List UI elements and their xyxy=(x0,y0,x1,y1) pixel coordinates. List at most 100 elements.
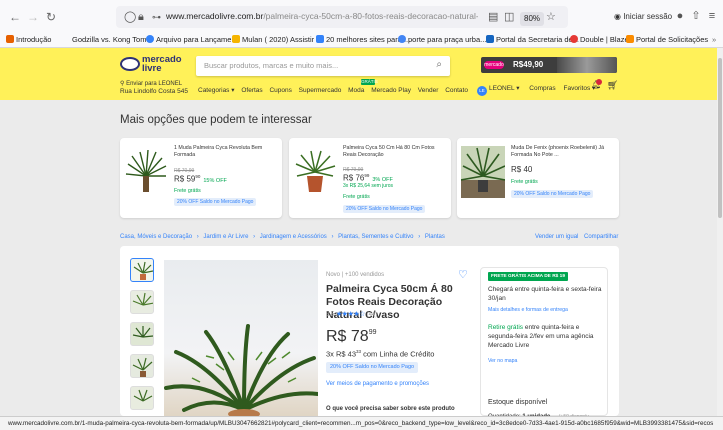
rec-pill: 20% OFF Saldo no Mercado Pago xyxy=(511,190,594,198)
product-thumbnail[interactable] xyxy=(130,386,154,410)
bookmark-item[interactable]: Portal da Secretaria de... xyxy=(486,34,579,46)
recommendation-card[interactable]: Palmeira Cyca 50 Cm Há 80 Cm Fotos Reais… xyxy=(289,138,451,218)
bookmark-favicon-icon xyxy=(232,35,240,43)
nav-offers[interactable]: Ofertas xyxy=(241,87,262,94)
promo-banner[interactable]: mercado R$49,90 xyxy=(481,57,617,73)
user-menu: LE LEONEL ▾ Compras Favoritos ▾ xyxy=(477,84,595,96)
permissions-icon[interactable]: ⊶ xyxy=(152,9,161,25)
browser-chrome: ← → ↻ ◯ 🔒︎ ⊶ www.mercadolivre.com.br/pal… xyxy=(0,0,723,48)
handshake-icon xyxy=(120,57,140,71)
notification-dot xyxy=(596,79,602,85)
rec-shipping: Frete grátis xyxy=(511,179,538,185)
breadcrumb-separator: › xyxy=(331,234,334,240)
rec-installment: 3x R$ 25,64 sem juros xyxy=(343,183,394,189)
bookmark-favicon-icon xyxy=(486,35,494,43)
stock-status: Estoque disponível xyxy=(488,399,548,406)
menu-icon[interactable]: ≡ xyxy=(704,8,720,24)
buy-box: FRETE GRÁTIS ACIMA DE R$ 19 Chegará entr… xyxy=(480,267,608,420)
search-input[interactable]: Buscar produtos, marcas e muito mais... … xyxy=(196,56,450,76)
shield-icon[interactable]: ◯ xyxy=(124,9,136,25)
nav-categories[interactable]: Categorias ▾ xyxy=(198,87,235,94)
bookmark-item[interactable]: Godzilla vs. Kong Tom... xyxy=(72,34,153,46)
product-thumbnail[interactable] xyxy=(130,258,154,282)
page-scrollbar[interactable] xyxy=(717,48,723,416)
bookmark-item[interactable]: Double | Blaze xyxy=(570,34,629,46)
breadcrumb-link[interactable]: Plantas xyxy=(425,234,445,240)
screenshot-icon[interactable]: ◫ xyxy=(504,9,514,25)
rec-pill: 20% OFF Saldo no Mercado Pago xyxy=(343,205,426,213)
site-header: mercado livre Buscar produtos, marcas e m… xyxy=(0,48,723,100)
breadcrumb-link[interactable]: Jardim e Ar Livre xyxy=(203,234,248,240)
more-bookmarks-icon[interactable]: » xyxy=(712,34,716,46)
reload-icon[interactable]: ↻ xyxy=(42,8,60,26)
nav-coupons[interactable]: Cupons xyxy=(269,87,291,94)
extension-icon[interactable]: ● xyxy=(672,8,688,24)
product-rating[interactable]: 3.5 ★★★★☆ (44) xyxy=(326,310,377,318)
share-icon[interactable]: ⇧ xyxy=(688,8,704,24)
nav-fashion[interactable]: Moda xyxy=(348,87,364,94)
nav-sell[interactable]: Vender xyxy=(418,87,439,94)
bookmark-star-icon[interactable]: ☆ xyxy=(546,9,556,25)
bookmark-item[interactable]: Mulan ( 2020) Assistir ... xyxy=(232,34,322,46)
address-bar[interactable]: ◯ 🔒︎ ⊶ www.mercadolivre.com.br/palmeira-… xyxy=(116,6,568,28)
bookmark-item[interactable]: Arquivo para Lançame... xyxy=(146,34,238,46)
mercado-livre-logo[interactable]: mercado livre xyxy=(120,55,182,79)
product-thumbnail[interactable] xyxy=(130,354,154,378)
promo-badge: mercado xyxy=(484,61,504,69)
bookmark-item[interactable]: Portal de Solicitações xyxy=(626,34,708,46)
pickup-info: Retire grátis entre quinta-feira e segun… xyxy=(488,324,594,349)
back-arrow-icon[interactable]: ← xyxy=(6,8,24,26)
bookmark-favicon-icon xyxy=(570,35,578,43)
bookmark-item[interactable]: Introdução xyxy=(6,34,51,46)
signin-button[interactable]: ◉ Iniciar sessão xyxy=(609,9,677,25)
rec-price: R$ 76993% OFF xyxy=(343,173,393,183)
heart-icon[interactable]: ♡ xyxy=(458,268,468,281)
forward-arrow-icon[interactable]: → xyxy=(24,8,42,26)
promo-image xyxy=(557,57,617,73)
account-icon: ◉ xyxy=(614,12,624,21)
logo-text: mercado livre xyxy=(142,54,182,74)
reader-view-icon[interactable]: ▤ xyxy=(488,9,498,25)
bookmark-item[interactable]: 20 melhores sites para ... xyxy=(316,34,410,46)
recommendation-card[interactable]: 1 Muda Palmeira Cyca Revoluta Bem Formad… xyxy=(120,138,282,218)
bookmark-item[interactable]: porte para praça urba... xyxy=(398,34,486,46)
delivery-details-link[interactable]: Mais detalhes e formas de entrega xyxy=(488,307,568,313)
recommendation-card[interactable]: Muda De Fenix (phoenix Roebelenii) Já Fo… xyxy=(457,138,619,218)
cart-icon[interactable]: 🛒︎ xyxy=(607,80,618,91)
zoom-level[interactable]: 80% xyxy=(520,12,545,26)
map-link[interactable]: Ver no mapa xyxy=(488,358,517,364)
arrival-info: Chegará entre quinta-feira e sexta-feira… xyxy=(488,286,602,302)
nav-supermarket[interactable]: Supermercado xyxy=(299,87,342,94)
product-thumbnail[interactable] xyxy=(130,290,154,314)
product-image xyxy=(293,146,337,198)
sell-similar-link[interactable]: Vender um igual xyxy=(535,234,578,240)
bookmark-favicon-icon xyxy=(146,35,154,43)
nav-mercado-play[interactable]: Mercado Play xyxy=(371,87,411,94)
product-main-image[interactable] xyxy=(164,260,318,416)
lock-icon[interactable]: 🔒︎ xyxy=(138,9,144,25)
breadcrumb-separator: › xyxy=(418,234,421,240)
product-panel: Novo | +100 vendidos ♡ Palmeira Cyca 50c… xyxy=(120,246,619,420)
product-price: R$ 7899 xyxy=(326,328,377,345)
bookmark-favicon-icon xyxy=(398,35,406,43)
user-name[interactable]: LEONEL ▾ xyxy=(489,85,519,92)
rec-shipping: Frete grátis xyxy=(174,188,201,194)
bookmark-favicon-icon xyxy=(6,35,14,43)
search-placeholder: Buscar produtos, marcas e muito mais... xyxy=(204,61,339,70)
delivery-address[interactable]: ⚲ Enviar para LEONEL Rua Lindolfo Costa … xyxy=(120,81,188,95)
share-link[interactable]: Compartilhar xyxy=(584,234,618,240)
avatar[interactable]: LE xyxy=(477,86,487,96)
url-text[interactable]: www.mercadolivre.com.br/palmeira-cyca-50… xyxy=(166,11,478,24)
breadcrumb-link[interactable]: Casa, Móveis e Decoração xyxy=(120,234,192,240)
browser-toolbar: ← → ↻ ◯ 🔒︎ ⊶ www.mercadolivre.com.br/pal… xyxy=(0,4,723,30)
product-thumbnail[interactable] xyxy=(130,322,154,346)
search-icon[interactable]: ⌕ xyxy=(436,59,442,70)
payment-methods-link[interactable]: Ver meios de pagamento e promoções xyxy=(326,381,429,387)
installment-info: 3x R$ 4333 com Linha de Crédito xyxy=(326,349,435,359)
breadcrumb-link[interactable]: Plantas, Sementes e Cultivo xyxy=(338,234,413,240)
breadcrumb-separator: › xyxy=(196,234,199,240)
nav-contact[interactable]: Contato xyxy=(445,87,468,94)
nav-purchases[interactable]: Compras xyxy=(529,85,555,92)
scrollbar-thumb[interactable] xyxy=(718,58,722,218)
breadcrumb-link[interactable]: Jardinagem e Acessórios xyxy=(260,234,327,240)
